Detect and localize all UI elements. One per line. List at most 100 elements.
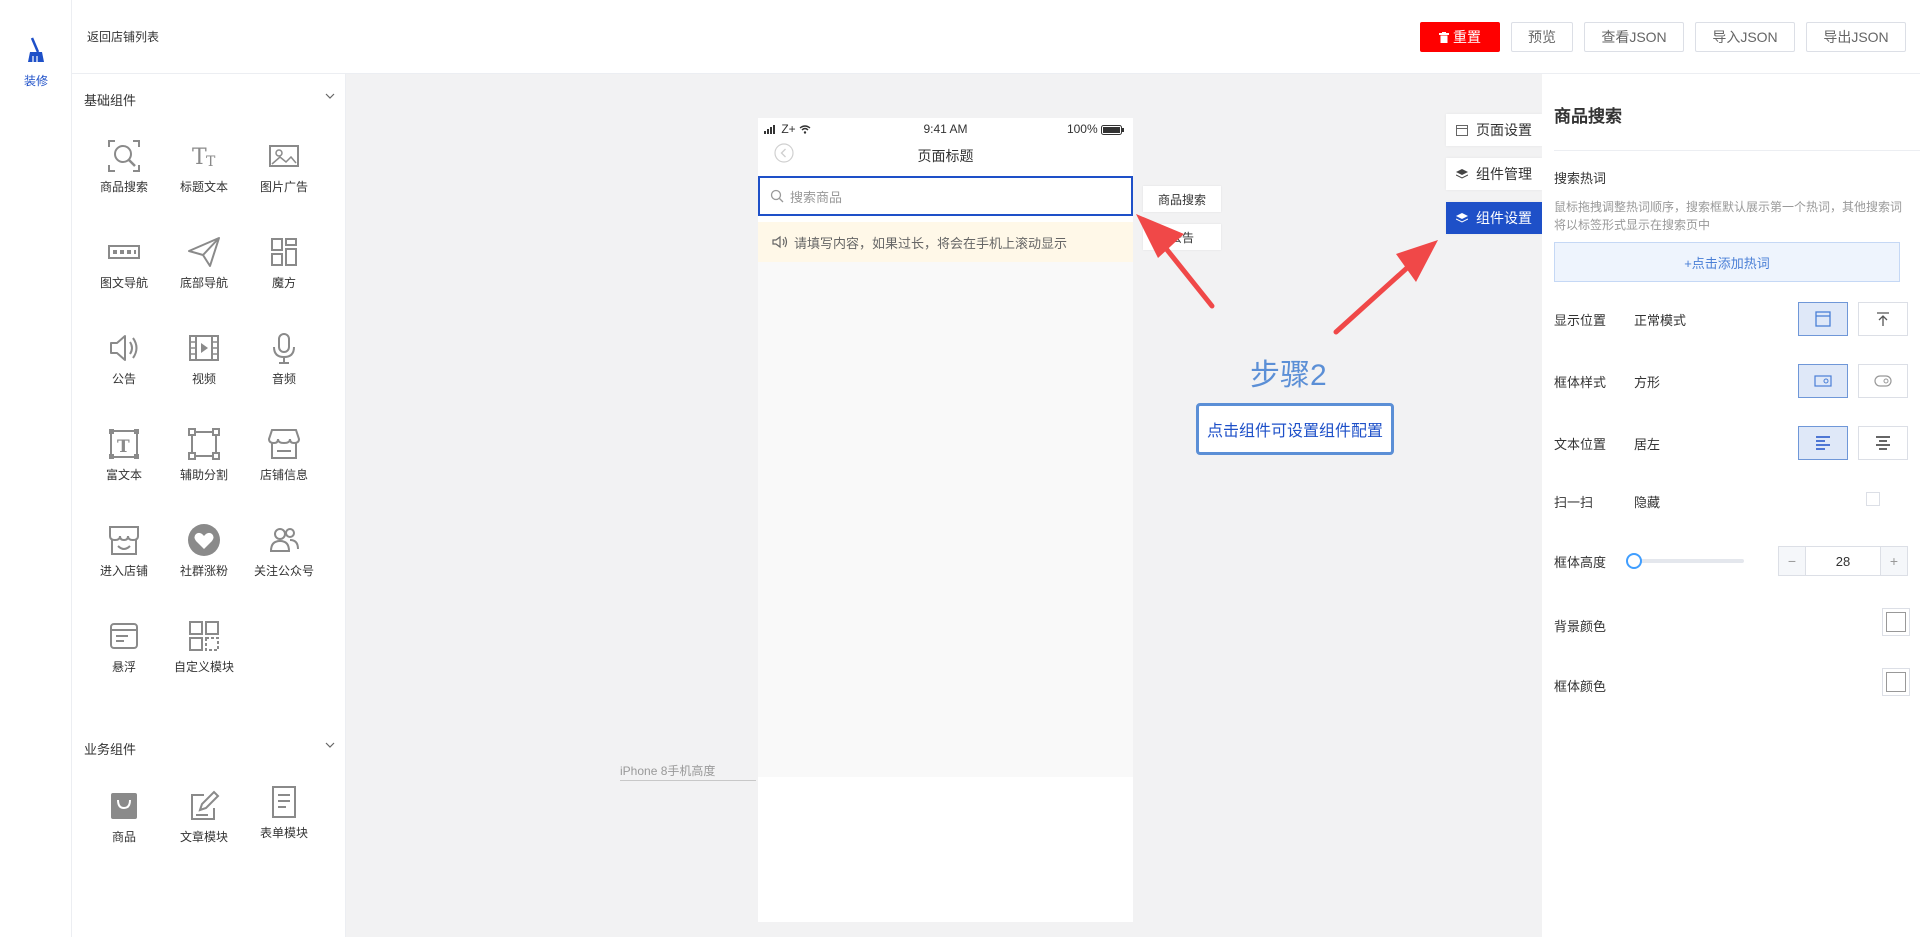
frame-square-option[interactable]: [1798, 364, 1848, 398]
guide-tip-box: 点击组件可设置组件配置: [1196, 403, 1394, 455]
store-enter-icon: [109, 526, 139, 555]
paper-plane-icon: [188, 237, 220, 267]
preview-button[interactable]: 预览: [1511, 22, 1573, 52]
divider-icon: [188, 428, 220, 460]
component-store-info[interactable]: 店铺信息: [244, 426, 324, 483]
component-label: 魔方: [271, 276, 296, 290]
tab-label: 组件管理: [1476, 166, 1532, 182]
basic-components-header[interactable]: 基础组件: [84, 90, 336, 109]
component-label: 进入店铺: [99, 564, 148, 578]
basic-components-title: 基础组件: [84, 93, 137, 108]
nav-icon: [108, 245, 140, 259]
text-position-label: 文本位置: [1554, 437, 1607, 452]
phone-preview: Z+ 9:41 AM 100% 页面标题 搜索商品 请填写内容，如果过长，将会在…: [758, 118, 1133, 922]
back-to-store-list-link[interactable]: 返回店铺列表: [87, 28, 159, 45]
tab-page-settings[interactable]: 页面设置: [1446, 114, 1542, 146]
component-label: 公告: [111, 372, 136, 386]
export-json-button[interactable]: 导出JSON: [1806, 22, 1906, 52]
tab-label: 页面设置: [1476, 122, 1532, 138]
position-top-option[interactable]: [1858, 302, 1908, 336]
background-color-picker[interactable]: [1882, 608, 1910, 636]
scan-checkbox[interactable]: [1866, 492, 1880, 506]
view-json-button[interactable]: 查看JSON: [1584, 22, 1684, 52]
window-icon: [1815, 311, 1831, 327]
component-label: 商品搜索: [99, 180, 148, 194]
component-audio[interactable]: 音频: [244, 330, 324, 387]
position-normal-option[interactable]: [1798, 302, 1848, 336]
component-label: 商品: [111, 830, 136, 844]
component-image-text-nav[interactable]: 图文导航: [84, 234, 164, 291]
users-icon: [269, 528, 299, 552]
scan-label: 扫一扫: [1554, 495, 1594, 510]
frame-color-picker[interactable]: [1882, 668, 1910, 696]
component-product[interactable]: 商品: [84, 788, 164, 845]
component-float[interactable]: 悬浮: [84, 618, 164, 675]
decrease-button[interactable]: −: [1779, 547, 1805, 575]
component-label: 视频: [191, 372, 216, 386]
text-align-center-option[interactable]: [1858, 426, 1908, 460]
square-search-icon: [1814, 375, 1832, 387]
frame-height-value[interactable]: 28: [1805, 547, 1881, 575]
microphone-icon: [273, 333, 295, 364]
add-hot-word-button[interactable]: +点击添加热词: [1554, 242, 1900, 282]
notice-component-tag[interactable]: 公告: [1143, 224, 1221, 250]
color-swatch: [1886, 612, 1906, 632]
component-magic-cube[interactable]: 魔方: [244, 234, 324, 291]
import-json-button[interactable]: 导入JSON: [1695, 22, 1795, 52]
text-align-left-option[interactable]: [1798, 426, 1848, 460]
component-rich-text[interactable]: T 富文本: [84, 426, 164, 483]
component-notice[interactable]: 公告: [84, 330, 164, 387]
component-label: 图片广告: [259, 180, 308, 194]
settings-panel: 商品搜索 搜索热词 鼠标拖拽调整热词顺序，搜索框默认展示第一个热词，其他搜索词将…: [1542, 74, 1920, 937]
battery-icon: [1101, 124, 1124, 135]
tab-component-settings[interactable]: 组件设置: [1446, 202, 1542, 234]
search-component-tag[interactable]: 商品搜索: [1143, 186, 1221, 212]
rail-item-decorate[interactable]: 装修: [0, 36, 72, 89]
phone-empty-area: [758, 224, 1133, 777]
search-component-preview[interactable]: 搜索商品: [758, 176, 1133, 216]
component-enter-store[interactable]: 进入店铺: [84, 522, 164, 579]
hot-words-label: 搜索热词: [1554, 171, 1607, 186]
align-left-icon: [1816, 436, 1830, 450]
business-components-header[interactable]: 业务组件: [84, 739, 336, 758]
frame-height-stepper: − 28 +: [1778, 546, 1908, 576]
component-title-text[interactable]: TT 标题文本: [164, 138, 244, 195]
component-video[interactable]: 视频: [164, 330, 244, 387]
search-placeholder: 搜索商品: [790, 189, 843, 205]
component-bottom-nav[interactable]: 底部导航: [164, 234, 244, 291]
components-panel: 基础组件 商品搜索 TT 标题文本 图片广告 图文导航 底部导航 魔方 公告 视…: [72, 74, 346, 937]
top-actions: 重置 预览 查看JSON 导入JSON 导出JSON: [1420, 22, 1906, 52]
frame-height-slider-track[interactable]: [1626, 559, 1744, 563]
component-article[interactable]: 文章模块: [164, 788, 244, 845]
component-product-search[interactable]: 商品搜索: [84, 138, 164, 195]
component-follow-account[interactable]: 关注公众号: [244, 522, 324, 579]
hot-words-hint: 鼠标拖拽调整热词顺序，搜索框默认展示第一个热词，其他搜索词将以标签形式显示在搜索…: [1554, 200, 1903, 232]
component-custom-module[interactable]: 自定义模块: [164, 618, 244, 675]
component-form[interactable]: 表单模块: [244, 784, 324, 841]
tab-component-manage[interactable]: 组件管理: [1446, 158, 1542, 190]
component-divider[interactable]: 辅助分割: [164, 426, 244, 483]
component-label: 辅助分割: [179, 468, 228, 482]
component-label: 店铺信息: [259, 468, 308, 482]
reset-button[interactable]: 重置: [1420, 22, 1500, 52]
settings-divider: [1554, 150, 1920, 151]
phone-page-title: 页面标题: [917, 148, 974, 164]
search-box: 搜索商品: [770, 184, 1121, 208]
position-label: 显示位置: [1554, 313, 1607, 328]
component-image-ad[interactable]: 图片广告: [244, 138, 324, 195]
component-community[interactable]: 社群涨粉: [164, 522, 244, 579]
increase-button[interactable]: +: [1881, 547, 1907, 575]
top-bar: 返回店铺列表 重置 预览 查看JSON 导入JSON 导出JSON: [72, 0, 1920, 74]
component-label: 图文导航: [99, 276, 148, 290]
frame-height-slider-handle[interactable]: [1626, 553, 1642, 569]
notice-text: 请填写内容，如果过长，将会在手机上滚动显示: [794, 235, 1068, 251]
guide-step-title: 步骤2: [1250, 359, 1327, 392]
component-label: 文章模块: [179, 830, 228, 844]
frame-round-option[interactable]: [1858, 364, 1908, 398]
form-icon: [272, 786, 296, 818]
position-value: 正常模式: [1634, 313, 1687, 328]
notice-component-preview[interactable]: 请填写内容，如果过长，将会在手机上滚动显示: [758, 222, 1133, 262]
brush-icon: [28, 37, 44, 62]
page-icon: [1456, 124, 1468, 136]
reset-button-label: 重置: [1453, 29, 1481, 45]
